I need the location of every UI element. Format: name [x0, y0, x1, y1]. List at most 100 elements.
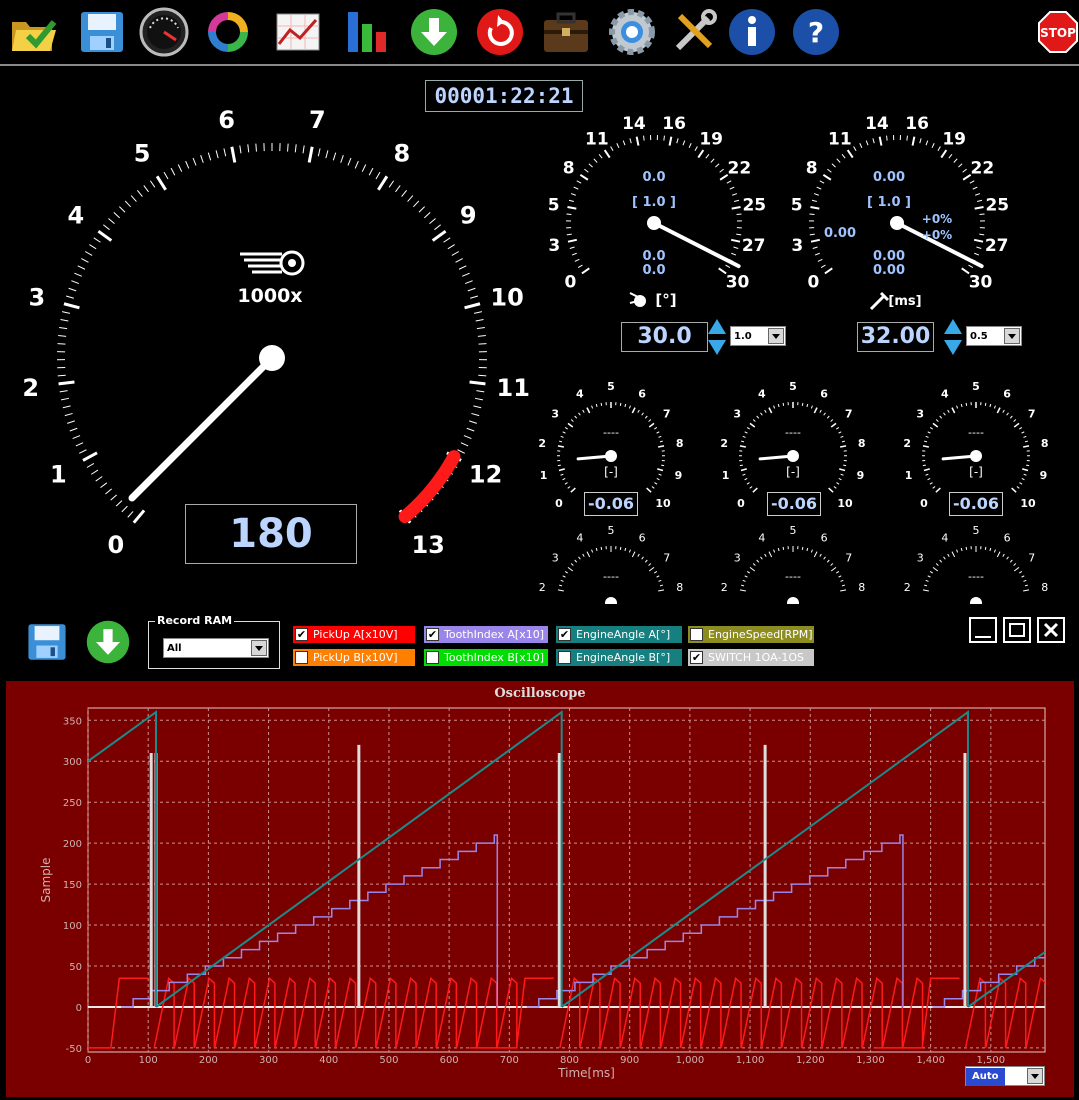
reset-icon[interactable]	[474, 6, 526, 58]
download-recording-button[interactable]	[84, 618, 132, 666]
gauge-tick	[388, 180, 395, 188]
gauge-scale-label: 10	[490, 283, 523, 311]
gauge-scale-label: 1	[540, 469, 548, 482]
gauge-scale-label: 0	[920, 497, 928, 510]
speedometer-icon[interactable]	[138, 6, 190, 58]
gauge-tick	[658, 445, 665, 448]
y-tick-label: 250	[63, 798, 82, 809]
injector-icon	[869, 291, 890, 311]
refresh-cycle-icon[interactable]	[202, 6, 254, 58]
ignition-setpoint-field[interactable]: 30.0	[621, 322, 708, 352]
channel-checkbox-3[interactable]: ✔ EngineAngle A[°]	[556, 626, 682, 643]
bar-chart-icon[interactable]	[342, 6, 394, 58]
gauge-tick	[729, 186, 735, 190]
gauge-scale-label: 3	[548, 236, 560, 256]
record-ram-select[interactable]: All	[163, 638, 269, 658]
channel-checkbox-2[interactable]: ✔ ToothIndex A[x10]	[424, 626, 548, 643]
info-icon[interactable]	[726, 6, 778, 58]
gauge-tick	[74, 272, 82, 277]
channel-checkbox-7[interactable]: EngineAngle B[°]	[556, 649, 682, 666]
gauge-tick	[811, 199, 817, 203]
y-tick-label: 150	[63, 880, 82, 891]
gauge-tick	[354, 160, 359, 169]
gauge-tick	[567, 486, 571, 489]
gauge-value-text: 0.00	[873, 263, 905, 278]
channel-checkbox-8[interactable]: ✔ SWITCH 1OA-1OS	[688, 649, 814, 666]
gauge-tick	[61, 397, 70, 401]
gauge-tick	[155, 175, 167, 191]
gauge-tick	[932, 566, 939, 572]
save-icon[interactable]	[76, 6, 128, 58]
gauge-tick	[760, 556, 763, 560]
gauge-tick	[663, 135, 665, 141]
gauge-tick	[813, 551, 818, 558]
gauge-tick	[567, 206, 577, 210]
toolbox-icon[interactable]	[540, 6, 592, 58]
close-button[interactable]	[1037, 617, 1065, 643]
gauge-tick	[764, 409, 767, 413]
gauge-tick	[93, 237, 101, 243]
gauge-tick	[932, 422, 939, 428]
maximize-button[interactable]	[1003, 617, 1031, 643]
injection-step-select[interactable]: 0.5	[966, 326, 1022, 346]
gauge-tick	[733, 246, 739, 249]
gauge-tick	[455, 258, 463, 263]
gear-icon[interactable]	[606, 6, 658, 58]
gauge-tick	[67, 420, 75, 424]
ignition-step-select[interactable]: 1.0	[730, 326, 786, 346]
gauge-scale-label: 27	[985, 236, 1009, 256]
gauge-tick	[600, 546, 603, 550]
gauge-tick	[906, 135, 908, 141]
gauge-tick	[989, 403, 992, 408]
gauge-tick	[730, 238, 741, 243]
download-icon[interactable]	[408, 6, 460, 58]
channel-checkbox-4[interactable]: EngineSpeed[RPM]	[688, 626, 814, 643]
ignition-spin-arrows-icon[interactable]	[707, 318, 727, 356]
gauge-tick	[132, 509, 146, 524]
channel-checkbox-6[interactable]: ToothIndex B[x10]	[424, 649, 548, 666]
gauge-tick	[185, 160, 190, 169]
gauge-tick	[809, 233, 815, 236]
gauge-value-text: +0%	[922, 212, 952, 226]
gauge-scale-label: 22	[728, 158, 752, 178]
tools-icon[interactable]	[668, 6, 720, 58]
oscilloscope-chart[interactable]: 0 100 200 300 400 500 600 700 800 900 1,000 1,100 1,…	[6, 681, 1074, 1097]
gauge-tick	[631, 551, 636, 558]
gauge-tick	[929, 571, 933, 574]
gauge-value-text: 0.00	[873, 249, 905, 264]
stop-button[interactable]: STOP	[1038, 10, 1078, 54]
gauge-tick	[562, 478, 566, 481]
gauge-scale-label: 13	[411, 531, 444, 559]
gauge-tick	[576, 180, 582, 184]
channel-checkbox-5[interactable]: PickUp B[x10V]	[293, 649, 415, 666]
channel-label: EngineSpeed[RPM]	[708, 628, 813, 641]
gauge-value-text: 0.00	[873, 170, 905, 185]
gauge-tick	[287, 143, 289, 152]
x-tick-label: 1,300	[856, 1055, 885, 1066]
gauge-tick	[473, 405, 482, 409]
line-chart-icon[interactable]	[272, 6, 324, 58]
gauge-value-text: 0.0	[642, 263, 665, 278]
gauge-tick	[75, 442, 84, 447]
gauge-dashes: ----	[603, 426, 619, 439]
gauge-tick	[843, 464, 847, 467]
injection-spin-arrows-icon[interactable]	[943, 318, 963, 356]
gauge-scale-label: 7	[845, 408, 853, 421]
gauge-tick	[631, 407, 636, 414]
help-icon[interactable]: ?	[790, 6, 842, 58]
minimize-button[interactable]	[969, 617, 997, 643]
open-folder-icon[interactable]	[8, 6, 60, 58]
gauge-tick	[749, 566, 756, 572]
channel-checkbox-1[interactable]: ✔ PickUp A[x10V]	[293, 626, 415, 643]
gauge-scale-label: 9	[460, 201, 477, 229]
save-recording-button[interactable]	[24, 619, 70, 665]
scale-mode-select[interactable]: Auto	[965, 1066, 1045, 1086]
gauge-tick	[573, 186, 579, 190]
injection-setpoint-field[interactable]: 32.00	[857, 322, 934, 352]
gauge-scale-label: 7	[845, 552, 852, 565]
gauge-tick	[63, 302, 80, 310]
gauge-tick	[996, 407, 1001, 414]
gauge-tick	[923, 468, 930, 472]
gauge-tick	[113, 212, 121, 219]
gauge-tick	[817, 258, 823, 262]
